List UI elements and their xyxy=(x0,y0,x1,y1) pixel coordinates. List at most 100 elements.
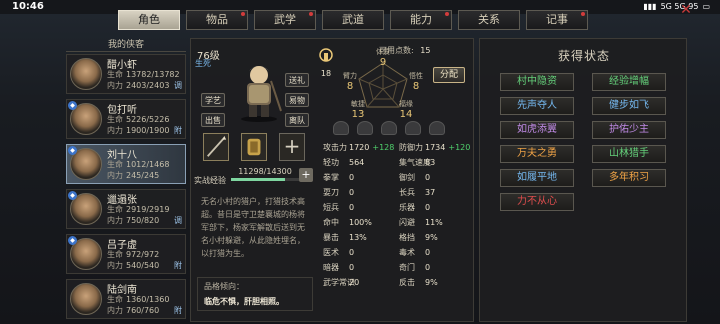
attr-tizhi-label: 体质 xyxy=(376,48,390,56)
hero-badge-icon: ◆ xyxy=(68,236,77,245)
stat-row: 拳掌 0 xyxy=(323,171,354,185)
tab-6[interactable]: 记事 xyxy=(526,10,588,30)
tab-4[interactable]: 能力 xyxy=(390,10,452,30)
stat-value: 0 xyxy=(425,203,431,212)
status-effect[interactable]: 多年积习 xyxy=(592,169,666,187)
accessory-slot[interactable] xyxy=(405,121,421,135)
status-effect[interactable]: 如履平地 xyxy=(500,169,574,187)
stat-row: 奇门 0 xyxy=(399,261,430,275)
status-effect[interactable]: 村中隐资 xyxy=(500,73,574,91)
hero-mp-row: 内力 245/245 xyxy=(107,170,159,181)
mp-label: 内力 xyxy=(107,261,123,270)
hero-mp-row: 内力 1900/1900 xyxy=(107,125,169,136)
add-exp-button[interactable]: + xyxy=(299,168,313,182)
hero-card[interactable]: 陆剑南 生命 1360/1360 内力 760/760 附 xyxy=(66,279,186,319)
stat-row: 御剑 0 xyxy=(399,171,430,185)
attr-fuyuan-value: 14 xyxy=(399,109,413,120)
stat-label: 攻击力 xyxy=(323,143,347,152)
battery-icon: ▭ xyxy=(702,2,710,11)
leave-team-button[interactable]: 离队 xyxy=(285,113,309,127)
stat-bonus: +128 xyxy=(372,143,395,152)
attr-wuxing-value: 8 xyxy=(412,81,420,92)
tab-5[interactable]: 关系 xyxy=(458,10,520,30)
stat-bonus: +120 xyxy=(448,143,471,152)
learn-skill-button[interactable]: 学艺 xyxy=(201,93,225,107)
accessory-slot[interactable] xyxy=(429,121,445,135)
potential-value: 18 xyxy=(320,69,332,78)
hero-list: 我的侠客 醋小虾 生命 13782/13782 内力 2403/2403 调 ◆ 包打听 生命 5… xyxy=(66,38,186,324)
stat-label: 暗器 xyxy=(323,263,339,272)
notification-dot-icon xyxy=(445,12,449,16)
hero-hp-row: 生命 5226/5226 xyxy=(107,114,169,125)
tab-3[interactable]: 武道 xyxy=(322,10,384,30)
stat-value: 0 xyxy=(349,188,355,197)
status-effect[interactable]: 先声夺人 xyxy=(500,97,574,115)
distribute-button[interactable]: 分配 xyxy=(433,67,465,83)
stat-value: 11% xyxy=(425,218,443,227)
hero-badge-icon: ◆ xyxy=(68,146,77,155)
status-effect[interactable]: 力不从心 xyxy=(500,193,574,211)
stat-value: 37 xyxy=(425,188,436,197)
hero-mp-row: 内力 2403/2403 xyxy=(107,80,169,91)
stat-label: 暴击 xyxy=(323,233,339,242)
hero-card[interactable]: ◆ 包打听 生命 5226/5226 内力 1900/1900 附 xyxy=(66,99,186,139)
armor-slot[interactable] xyxy=(241,133,267,161)
status-effect[interactable]: 山林猎手 xyxy=(592,145,666,163)
accessory-slot[interactable] xyxy=(381,121,397,135)
stat-row: 闪避 11% xyxy=(399,216,443,230)
hp-label: 生命 xyxy=(107,250,123,259)
status-effect[interactable]: 护佑少主 xyxy=(592,121,666,139)
attr-wuxing: 悟性 8 xyxy=(401,71,431,92)
mp-label: 内力 xyxy=(107,171,123,180)
tab-2[interactable]: 武学 xyxy=(254,10,316,30)
stat-value: 0 xyxy=(425,173,431,182)
add-equipment-button[interactable]: + xyxy=(279,133,305,161)
stat-row: 毒术 0 xyxy=(399,246,430,260)
notification-dot-icon xyxy=(581,12,585,16)
hero-avatar xyxy=(70,283,102,315)
status-effect[interactable]: 万夫之勇 xyxy=(500,145,574,163)
close-icon[interactable]: ✕ xyxy=(676,3,696,18)
accessory-slot[interactable] xyxy=(333,121,349,135)
stat-row: 集气速度63 xyxy=(399,156,435,170)
exchange-button[interactable]: 易物 xyxy=(285,93,309,107)
stat-value: 20 xyxy=(349,278,360,287)
attr-minjie-value: 13 xyxy=(351,109,365,120)
stat-value: 0 xyxy=(349,248,355,257)
attr-minjie-label: 敏捷 xyxy=(351,100,365,108)
hp-label: 生命 xyxy=(107,115,123,124)
stat-value: 9% xyxy=(425,233,438,242)
hero-card[interactable]: 醋小虾 生命 13782/13782 内力 2403/2403 调 xyxy=(66,54,186,94)
hero-card[interactable]: ◆ 刘十八 生命 1012/1468 内力 245/245 xyxy=(66,144,186,184)
hero-hp: 972/972 xyxy=(126,250,160,259)
stat-label: 武学常识 xyxy=(323,278,355,287)
mp-label: 内力 xyxy=(107,216,123,225)
status-effect[interactable]: 健步如飞 xyxy=(592,97,666,115)
hp-label: 生命 xyxy=(107,160,123,169)
tab-bar: 角色 物品 武学 武道 能力 关系 记事 xyxy=(118,10,588,32)
tab-0[interactable]: 角色 xyxy=(118,10,180,30)
hero-card[interactable]: ◆ 吕子虚 生命 972/972 内力 540/540 附 xyxy=(66,234,186,274)
status-effect[interactable]: 经验增幅 xyxy=(592,73,666,91)
sell-button[interactable]: 出售 xyxy=(201,113,225,127)
stat-label: 长兵 xyxy=(399,188,415,197)
status-panel: 获得状态 村中隐资 经验增幅 先声夺人 健步如飞 如虎添翼 护佑少主 万夫之勇 山林猎手 如履平… xyxy=(479,38,687,322)
stat-label: 格挡 xyxy=(399,233,415,242)
notification-dot-icon xyxy=(309,12,313,16)
stat-label: 反击 xyxy=(399,278,415,287)
hero-hp-row: 生命 972/972 xyxy=(107,249,159,260)
send-gift-button[interactable]: 送礼 xyxy=(285,73,309,87)
hero-portrait xyxy=(241,66,282,122)
weapon-slot[interactable] xyxy=(203,133,229,161)
status-alive-label: 生死 xyxy=(195,59,211,68)
tab-1[interactable]: 物品 xyxy=(186,10,248,30)
status-effect[interactable]: 如虎添翼 xyxy=(500,121,574,139)
hero-mp: 760/760 xyxy=(126,306,160,315)
accessory-slot[interactable] xyxy=(357,121,373,135)
hp-label: 生命 xyxy=(107,295,123,304)
hero-mp: 245/245 xyxy=(126,171,160,180)
hero-tag: 附 xyxy=(174,126,182,135)
clock: 10:46 xyxy=(12,1,44,12)
hero-card[interactable]: ◆ 邋遢张 生命 2919/2919 内力 750/820 调 xyxy=(66,189,186,229)
stat-row: 医术 0 xyxy=(323,246,354,260)
